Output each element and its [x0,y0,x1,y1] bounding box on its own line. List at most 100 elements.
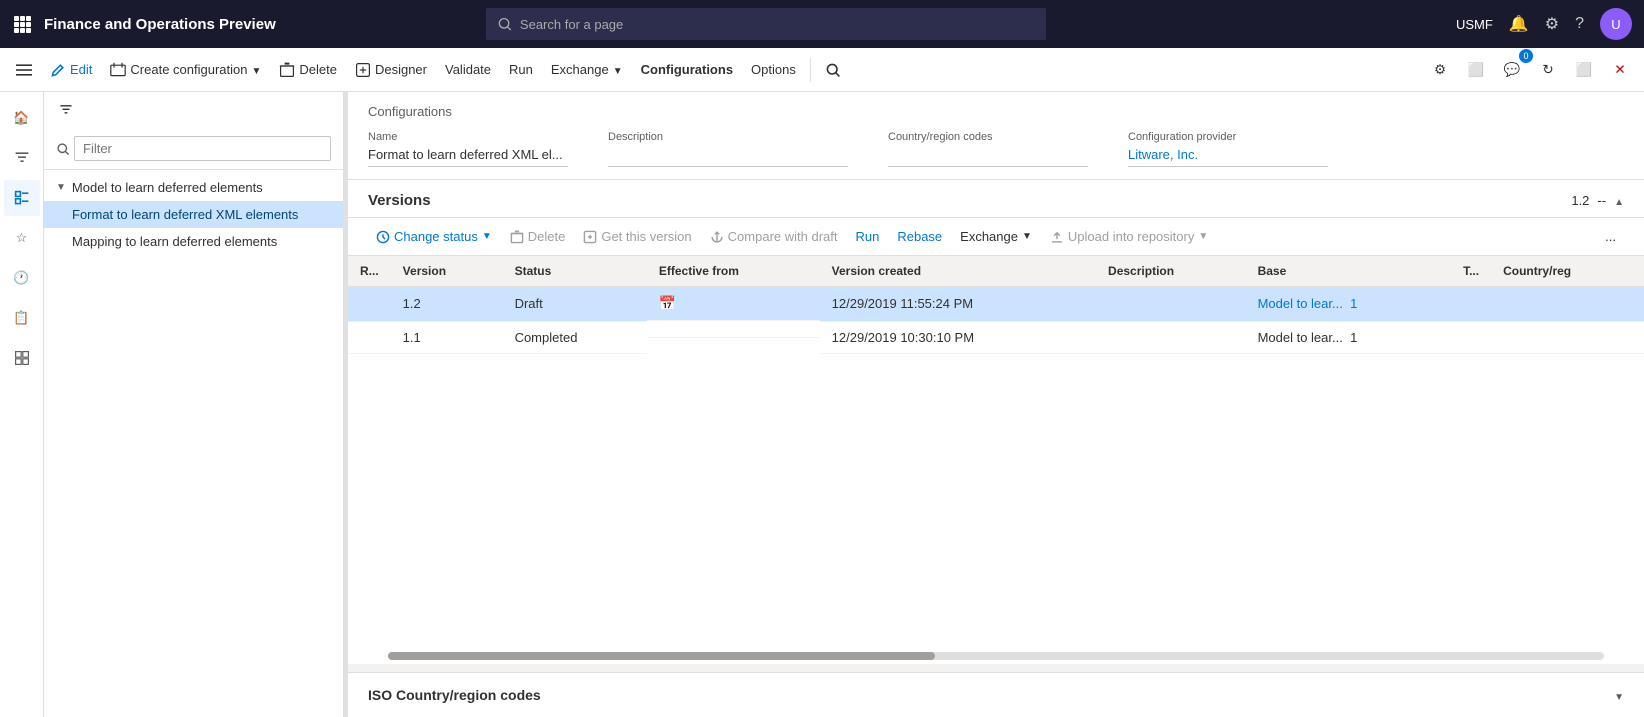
change-status-button[interactable]: Change status [368,224,500,249]
nav-recent-icon[interactable]: 🕐 [4,260,40,296]
versions-table: R... Version Status Effective from Versi… [348,256,1644,354]
validate-button[interactable]: Validate [437,56,499,83]
exchange-label: Exchange [551,62,609,77]
close-button[interactable]: ✕ [1604,54,1636,86]
get-this-version-button[interactable]: Get this version [575,224,699,249]
col-header-r: R... [348,256,391,287]
versions-exchange-button[interactable]: Exchange [952,224,1040,249]
open-in-new-button[interactable]: ⬜ [1460,54,1492,86]
upload-into-repository-button[interactable]: Upload into repository [1042,224,1216,249]
versions-exchange-label: Exchange [960,229,1018,244]
notification-bell-icon[interactable]: 🔔 [1509,14,1529,34]
horizontal-scrollbar[interactable] [388,652,1604,660]
cell-base-num: 1 [1350,330,1357,345]
notifications-badge-wrap: 💬 0 [1496,54,1528,86]
versions-header: Versions 1.2 -- [348,180,1644,218]
options-button[interactable]: Options [743,56,804,83]
top-bar-right: USMF 🔔 ⚙ ? U [1456,8,1632,40]
designer-label: Designer [375,62,427,77]
compare-with-draft-button[interactable]: Compare with draft [702,224,846,249]
config-provider-value[interactable]: Litware, Inc. [1128,147,1328,167]
refresh-button[interactable]: ↻ [1532,54,1564,86]
nav-favorites-icon[interactable]: ☆ [4,220,40,256]
versions-toolbar: Change status Delete Get this version Co… [348,218,1644,256]
config-description-label: Description [608,131,848,143]
options-label: Options [751,62,796,77]
calendar-icon[interactable]: 📅 [659,295,676,312]
more-options-button[interactable]: ... [1597,224,1624,249]
search-icon [498,17,511,31]
versions-run-button[interactable]: Run [847,224,887,249]
rebase-button[interactable]: Rebase [889,224,950,249]
personalize-button[interactable]: ⚙ [1424,54,1456,86]
col-header-t: T... [1451,256,1491,287]
edit-button[interactable]: Edit [42,56,100,84]
app-title: Finance and Operations Preview [44,16,276,33]
restore-button[interactable]: ⬜ [1568,54,1600,86]
compare-icon [710,230,724,244]
nav-home-icon[interactable]: 🏠 [4,100,40,136]
versions-exchange-chevron-icon [1022,231,1032,242]
tree-item-root[interactable]: ▼ Model to learn deferred elements [44,174,343,201]
cell-effective-from: 📅 [647,287,820,321]
delete-button[interactable]: Delete [271,56,345,84]
cell-description [1096,321,1246,353]
col-header-version-created: Version created [820,256,1096,287]
config-country-field: Country/region codes [888,131,1088,167]
config-fields: Name Format to learn deferred XML el... … [368,131,1624,167]
filter-input[interactable] [74,136,331,161]
config-name-field: Name Format to learn deferred XML el... [368,131,568,167]
table-row[interactable]: 1.1 Completed 12/29/2019 10:30:10 PM Mod… [348,321,1644,353]
help-question-icon[interactable]: ? [1575,15,1584,33]
sidebar-filter-button[interactable] [52,96,80,124]
versions-grid[interactable]: R... Version Status Effective from Versi… [348,256,1644,648]
designer-icon [355,62,371,78]
search-toolbar-icon-button[interactable] [817,54,849,86]
sidebar-filter-bar [44,128,343,170]
create-config-chevron-icon [251,62,261,77]
get-this-version-label: Get this version [601,229,691,244]
config-description-field: Description [608,131,848,167]
cell-description [1096,287,1246,322]
change-status-label: Change status [394,229,478,244]
cell-base: Model to lear... 1 [1246,287,1452,322]
tree-item-format[interactable]: Format to learn deferred XML elements [44,201,343,228]
versions-delete-button[interactable]: Delete [502,224,574,249]
cell-version-created: 12/29/2019 11:55:24 PM [820,287,1096,322]
hamburger-icon [16,62,32,78]
designer-button[interactable]: Designer [347,56,435,84]
iso-title: ISO Country/region codes [368,687,1614,703]
versions-controls: 1.2 -- [1571,193,1624,208]
run-button[interactable]: Run [501,56,541,83]
exchange-button[interactable]: Exchange [543,56,631,83]
versions-collapse-icon[interactable] [1614,193,1624,208]
nav-list-icon[interactable] [4,180,40,216]
upload-into-repository-label: Upload into repository [1068,229,1194,244]
top-bar: Finance and Operations Preview USMF 🔔 ⚙ … [0,0,1644,48]
iso-header[interactable]: ISO Country/region codes [348,673,1644,717]
cell-version: 1.1 [391,321,503,353]
configurations-button[interactable]: Configurations [633,56,741,83]
iso-collapse-icon [1614,688,1624,703]
cell-effective-from [647,321,820,338]
tree-item-mapping[interactable]: Mapping to learn deferred elements [44,228,343,255]
apps-grid-button[interactable] [12,14,32,34]
avatar[interactable]: U [1600,8,1632,40]
nav-workspace-icon[interactable]: 📋 [4,300,40,336]
nav-filter-icon[interactable] [4,140,40,176]
cell-version-created: 12/29/2019 10:30:10 PM [820,321,1096,353]
horizontal-scrollbar-wrap [348,648,1644,664]
sidebar: ▼ Model to learn deferred elements Forma… [44,92,344,717]
tree-item-root-label: Model to learn deferred elements [72,180,263,195]
settings-gear-icon[interactable]: ⚙ [1545,14,1559,34]
search-input[interactable] [520,17,1035,32]
hamburger-menu-button[interactable] [8,56,40,84]
create-icon [110,62,126,78]
table-row[interactable]: 1.2 Draft 📅 12/29/2019 11:55:24 PM Model… [348,287,1644,322]
change-status-icon [376,230,390,244]
create-configuration-button[interactable]: Create configuration [102,56,269,84]
search-bar[interactable] [486,8,1046,40]
configurations-label: Configurations [641,62,733,77]
nav-modules-icon[interactable] [4,340,40,376]
change-status-chevron-icon [482,231,492,242]
